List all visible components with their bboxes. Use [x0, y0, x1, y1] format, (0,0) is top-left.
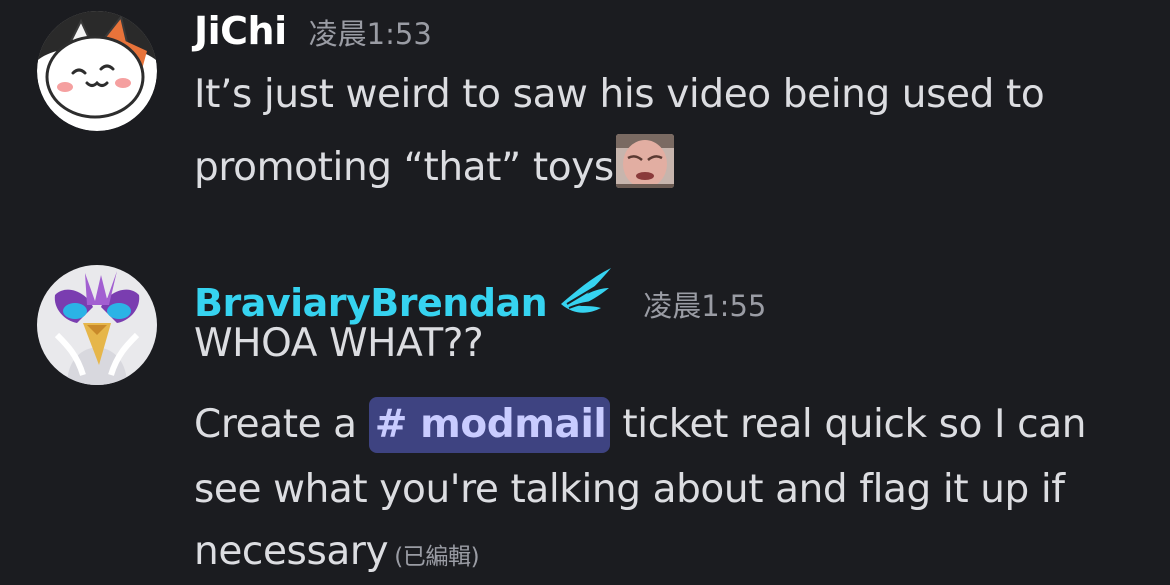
message-text-line: see what you're talking about and flag i… — [194, 467, 1065, 512]
user-avatar[interactable] — [37, 11, 157, 131]
wing-badge-icon[interactable] — [557, 264, 615, 316]
message-braviarybrendan[interactable]: BraviaryBrendan 凌晨1:55 WHOA WHAT?? Creat… — [0, 255, 1170, 585]
message-text-line: Create a # modmail ticket real quick so … — [194, 397, 1086, 453]
message-text-line: promoting “that” toys — [194, 134, 674, 190]
message-text: Create a — [194, 402, 357, 447]
message-text: necessary — [194, 529, 389, 574]
message-jichi[interactable]: JiChi 凌晨1:53 It’s just weird to saw his … — [0, 0, 1170, 200]
message-text: promoting “that” toys — [194, 145, 614, 190]
message-text-line: It’s just weird to saw his video being u… — [194, 72, 1045, 117]
chat-message-list: JiChi 凌晨1:53 It’s just weird to saw his … — [0, 0, 1170, 585]
username[interactable]: JiChi — [194, 9, 287, 53]
edited-indicator: (已編輯) — [394, 544, 480, 570]
user-avatar[interactable] — [37, 265, 157, 385]
crying-face-emoji-icon[interactable] — [615, 134, 674, 188]
username[interactable]: BraviaryBrendan — [194, 281, 548, 325]
message-text: WHOA WHAT?? — [194, 321, 484, 366]
cat-avatar-icon — [37, 11, 157, 131]
message-text: see what you're talking about and flag i… — [194, 467, 1065, 512]
bird-avatar-icon — [37, 265, 157, 385]
message-text-line: necessary (已編輯) — [194, 529, 480, 574]
message-timestamp: 凌晨1:55 — [643, 289, 767, 323]
message-text-line: WHOA WHAT?? — [194, 321, 484, 366]
message-text: ticket real quick so I can — [622, 402, 1087, 447]
message-text: It’s just weird to saw his video being u… — [194, 72, 1045, 117]
message-timestamp: 凌晨1:53 — [308, 17, 432, 51]
channel-mention-modmail[interactable]: # modmail — [368, 397, 611, 453]
